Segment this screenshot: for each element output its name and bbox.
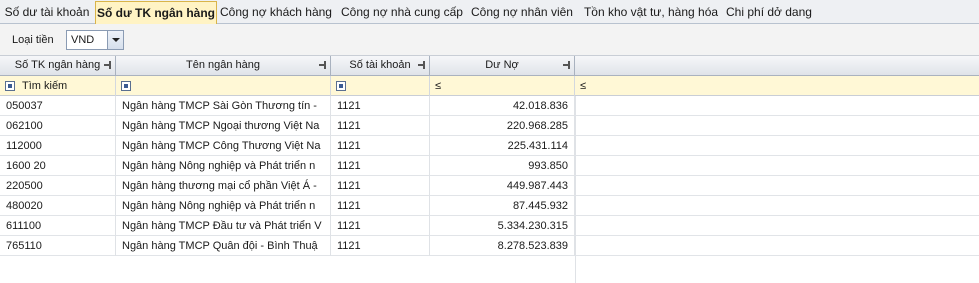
cell-account-no: 050037	[0, 96, 116, 116]
cell-gl-account: 1121	[331, 236, 430, 256]
cell-bank-name: Ngân hàng TMCP Ngoại thương Việt Na	[116, 116, 331, 136]
cell-account-no: 480020	[0, 196, 116, 216]
column-header-gl-account[interactable]: Số tài khoản	[331, 56, 430, 76]
cell-debit: 220.968.285	[430, 116, 575, 136]
filter-condition-icon[interactable]	[5, 81, 15, 91]
cell-gl-account: 1121	[331, 216, 430, 236]
table-row[interactable]: 611100 Ngân hàng TMCP Đầu tư và Phát tri…	[0, 216, 979, 236]
cell-debit: 449.987.443	[430, 176, 575, 196]
filter-account-no[interactable]: Tìm kiếm	[0, 76, 116, 96]
filter-gl-account[interactable]	[331, 76, 430, 96]
cell-account-no: 765110	[0, 236, 116, 256]
filter-row: Tìm kiếm ≤ ≤	[0, 76, 979, 96]
column-header-label: Số TK ngân hàng	[14, 59, 101, 71]
cell-debit: 993.850	[430, 156, 575, 176]
chevron-down-icon[interactable]	[107, 31, 123, 49]
tab-cong-no-khach-hang[interactable]: Công nợ khách hàng	[220, 2, 332, 24]
cell-debit: 5.334.230.315	[430, 216, 575, 236]
cell-bank-name: Ngân hàng TMCP Đầu tư và Phát triển V	[116, 216, 331, 236]
cell-bank-name: Ngân hàng TMCP Công Thương Việt Na	[116, 136, 331, 156]
filter-extra[interactable]: ≤	[575, 76, 979, 96]
table-row[interactable]: 480020 Ngân hàng Nông nghiệp và Phát tri…	[0, 196, 979, 216]
cell-bank-name: Ngân hàng Nông nghiệp và Phát triển n	[116, 156, 331, 176]
search-placeholder: Tìm kiếm	[22, 80, 68, 92]
cell-account-no: 611100	[0, 216, 116, 236]
table-row[interactable]: 220500 Ngân hàng thương mại cổ phần Việt…	[0, 176, 979, 196]
cell-account-no: 220500	[0, 176, 116, 196]
table-row[interactable]: 050037 Ngân hàng TMCP Sài Gòn Thương tín…	[0, 96, 979, 116]
column-header-label: Số tài khoản	[349, 59, 411, 71]
column-header-debit[interactable]: Dư Nợ	[430, 56, 575, 76]
tab-chi-phi-do-dang[interactable]: Chi phí dở dang	[726, 2, 812, 24]
cell-bank-name: Ngân hàng thương mại cổ phần Việt Á -	[116, 176, 331, 196]
pin-icon[interactable]	[418, 61, 426, 69]
cell-gl-account: 1121	[331, 156, 430, 176]
cell-account-no: 062100	[0, 116, 116, 136]
cell-bank-name: Ngân hàng Nông nghiệp và Phát triển n	[116, 196, 331, 216]
tab-cong-no-nhan-vien[interactable]: Công nợ nhân viên	[470, 2, 574, 24]
column-header-account-no[interactable]: Số TK ngân hàng	[0, 56, 116, 76]
toolbar: Loại tiền VND	[0, 24, 979, 56]
table-row[interactable]: 112000 Ngân hàng TMCP Công Thương Việt N…	[0, 136, 979, 156]
bank-balance-grid: Số TK ngân hàng Tên ngân hàng Số tài kho…	[0, 56, 979, 283]
tab-ton-kho[interactable]: Tồn kho vật tư, hàng hóa	[582, 2, 720, 24]
filter-operator[interactable]: ≤	[435, 80, 441, 92]
cell-gl-account: 1121	[331, 136, 430, 156]
pin-icon[interactable]	[319, 61, 327, 69]
column-divider	[575, 96, 576, 283]
cell-account-no: 112000	[0, 136, 116, 156]
cell-bank-name: Ngân hàng TMCP Quân đội - Bình Thuậ	[116, 236, 331, 256]
tab-cong-no-nha-cung-cap[interactable]: Công nợ nhà cung cấp	[340, 2, 464, 24]
currency-select[interactable]: VND	[66, 30, 124, 50]
cell-gl-account: 1121	[331, 96, 430, 116]
cell-gl-account: 1121	[331, 196, 430, 216]
pin-icon[interactable]	[104, 61, 112, 69]
cell-debit: 87.445.932	[430, 196, 575, 216]
cell-bank-name: Ngân hàng TMCP Sài Gòn Thương tín -	[116, 96, 331, 116]
pin-icon[interactable]	[563, 61, 571, 69]
filter-debit[interactable]: ≤	[430, 76, 575, 96]
column-header-empty	[575, 56, 979, 76]
column-header-label: Tên ngân hàng	[185, 59, 260, 71]
table-row[interactable]: 062100 Ngân hàng TMCP Ngoại thương Việt …	[0, 116, 979, 136]
column-header-label: Dư Nợ	[485, 59, 519, 71]
filter-condition-icon[interactable]	[336, 81, 346, 91]
table-row[interactable]: 765110 Ngân hàng TMCP Quân đội - Bình Th…	[0, 236, 979, 256]
cell-gl-account: 1121	[331, 116, 430, 136]
tab-so-du-tai-khoan[interactable]: Số dư tài khoản	[4, 2, 90, 24]
cell-debit: 225.431.114	[430, 136, 575, 156]
filter-condition-icon[interactable]	[121, 81, 131, 91]
currency-value: VND	[71, 34, 95, 46]
column-header-bank-name[interactable]: Tên ngân hàng	[116, 56, 331, 76]
table-row[interactable]: 1600 20 Ngân hàng Nông nghiệp và Phát tr…	[0, 156, 979, 176]
tab-bar: Số dư tài khoản Số dư TK ngân hàng Công …	[0, 0, 979, 25]
currency-label: Loại tiền	[12, 34, 54, 46]
cell-gl-account: 1121	[331, 176, 430, 196]
tab-so-du-tk-ngan-hang[interactable]: Số dư TK ngân hàng	[95, 1, 217, 25]
cell-debit: 8.278.523.839	[430, 236, 575, 256]
cell-account-no: 1600 20	[0, 156, 116, 176]
filter-operator[interactable]: ≤	[580, 80, 586, 92]
cell-debit: 42.018.836	[430, 96, 575, 116]
filter-bank-name[interactable]	[116, 76, 331, 96]
